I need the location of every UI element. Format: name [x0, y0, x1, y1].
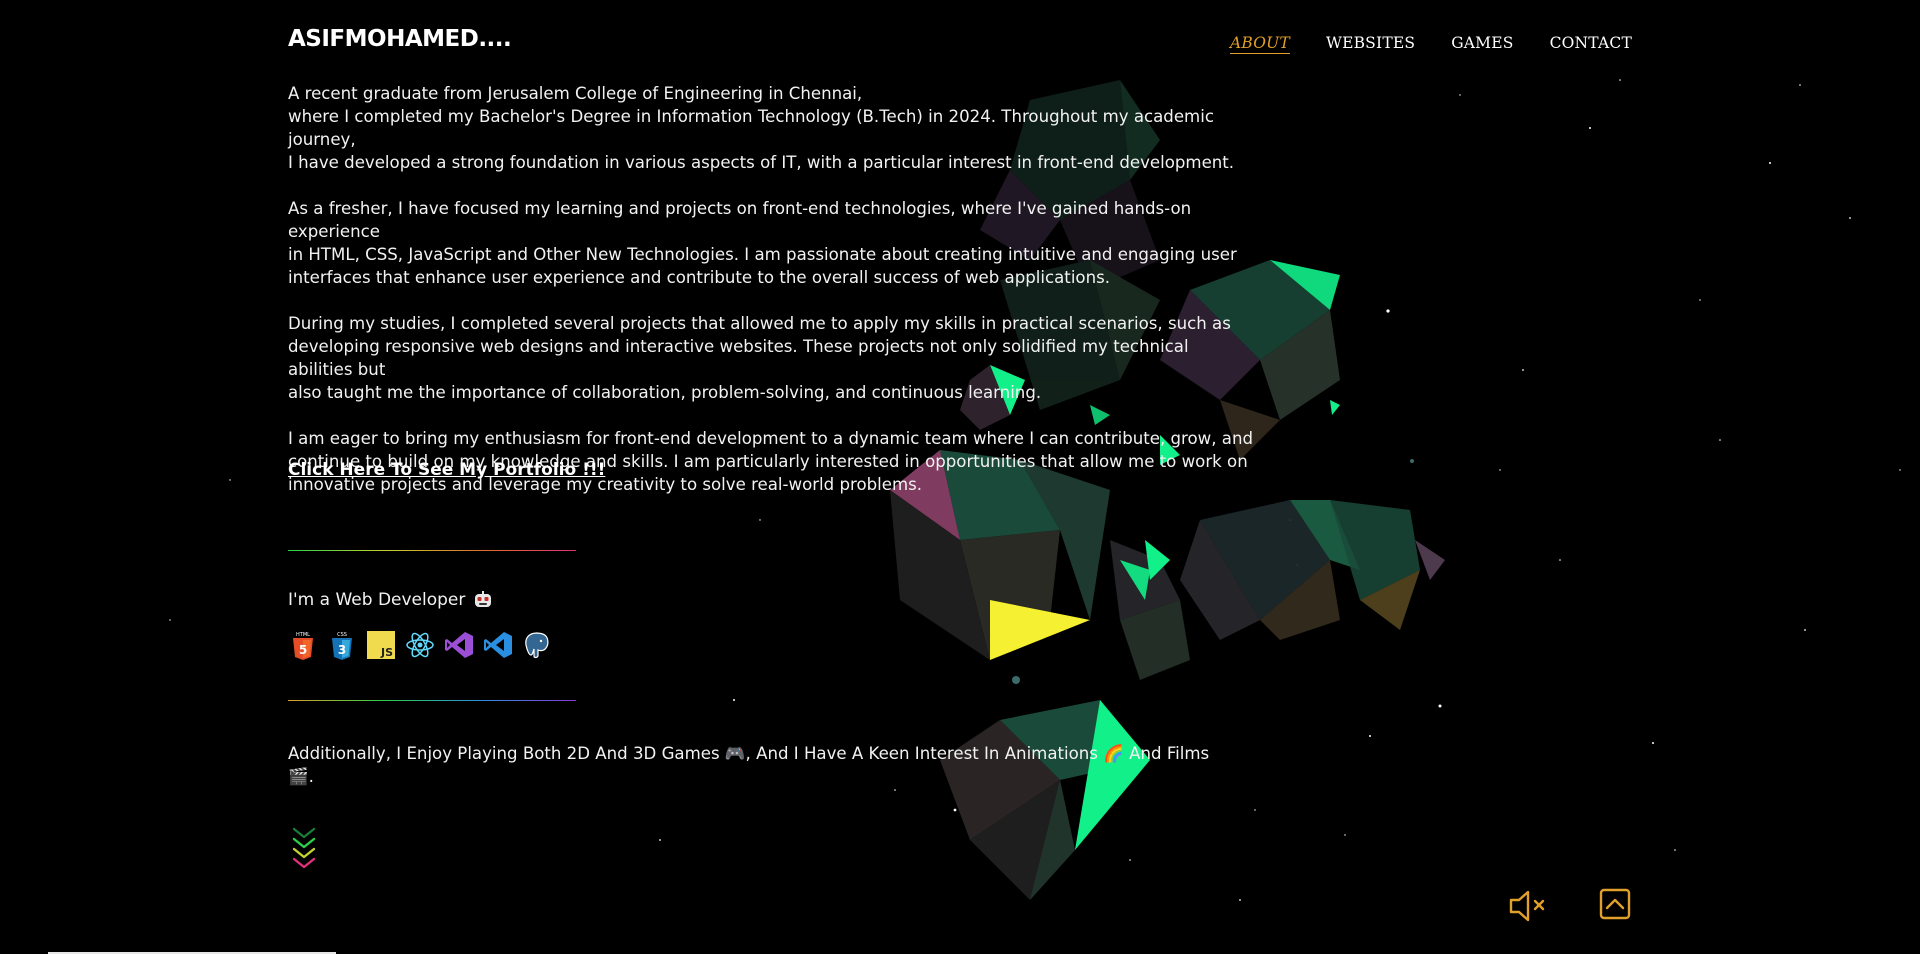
about-line: interfaces that enhance user experience …	[288, 268, 1111, 287]
developer-label: I'm a Web Developer	[288, 590, 466, 610]
scroll-down-chevrons-icon[interactable]	[291, 826, 317, 872]
about-paragraph: During my studies, I completed several p…	[288, 312, 1258, 404]
gradient-divider	[288, 700, 576, 701]
about-text: A recent graduate from Jerusalem College…	[288, 82, 1258, 519]
gradient-divider	[288, 550, 576, 551]
about-paragraph: A recent graduate from Jerusalem College…	[288, 82, 1258, 174]
css3-icon: CSS 3	[327, 630, 357, 660]
robot-face-icon	[475, 591, 492, 607]
hobby-line: 🎬.	[288, 767, 314, 786]
about-line: also taught me the importance of collabo…	[288, 383, 1042, 402]
html5-icon: HTML 5	[288, 630, 318, 660]
postgresql-icon	[522, 630, 552, 660]
sound-muted-icon[interactable]	[1508, 888, 1550, 924]
svg-text:JS: JS	[380, 646, 393, 659]
developer-heading: I'm a Web Developer	[288, 590, 493, 610]
tech-icons: HTML 5 CSS 3 JS	[288, 630, 552, 660]
hobby-line: Additionally, I Enjoy Playing Both 2D An…	[288, 744, 1210, 763]
about-line: A recent graduate from Jerusalem College…	[288, 84, 863, 103]
about-line: I have developed a strong foundation in …	[288, 153, 1235, 172]
visual-studio-icon	[444, 630, 474, 660]
about-paragraph: As a fresher, I have focused my learning…	[288, 197, 1258, 289]
svg-text:3: 3	[338, 643, 346, 657]
about-line: developing responsive web designs and in…	[288, 337, 1189, 379]
svg-text:CSS: CSS	[337, 632, 347, 638]
nav-websites[interactable]: WEBSITES	[1326, 34, 1415, 54]
scroll-to-top-button[interactable]	[1599, 888, 1631, 920]
react-icon	[405, 630, 435, 660]
about-line: As a fresher, I have focused my learning…	[288, 199, 1192, 241]
svg-text:5: 5	[299, 643, 307, 657]
portfolio-link[interactable]: Click Here To See My Portfolio !!!	[288, 460, 605, 480]
vscode-icon	[483, 630, 513, 660]
nav-about[interactable]: ABOUT	[1229, 34, 1290, 54]
about-line: in HTML, CSS, JavaScript and Other New T…	[288, 245, 1237, 264]
about-line: During my studies, I completed several p…	[288, 314, 1231, 333]
page-container: ASIFMOHAMED.... ABOUT WEBSITES GAMES CON…	[288, 0, 1632, 954]
nav-contact[interactable]: CONTACT	[1550, 34, 1632, 54]
hobby-text: Additionally, I Enjoy Playing Both 2D An…	[288, 742, 1288, 788]
main-nav: ABOUT WEBSITES GAMES CONTACT	[1229, 34, 1632, 54]
about-line: where I completed my Bachelor's Degree i…	[288, 107, 1214, 149]
nav-games[interactable]: GAMES	[1451, 34, 1513, 54]
about-line: I am eager to bring my enthusiasm for fr…	[288, 429, 1254, 448]
svg-text:HTML: HTML	[296, 632, 310, 638]
javascript-icon: JS	[366, 630, 396, 660]
site-logo[interactable]: ASIFMOHAMED....	[288, 26, 512, 52]
